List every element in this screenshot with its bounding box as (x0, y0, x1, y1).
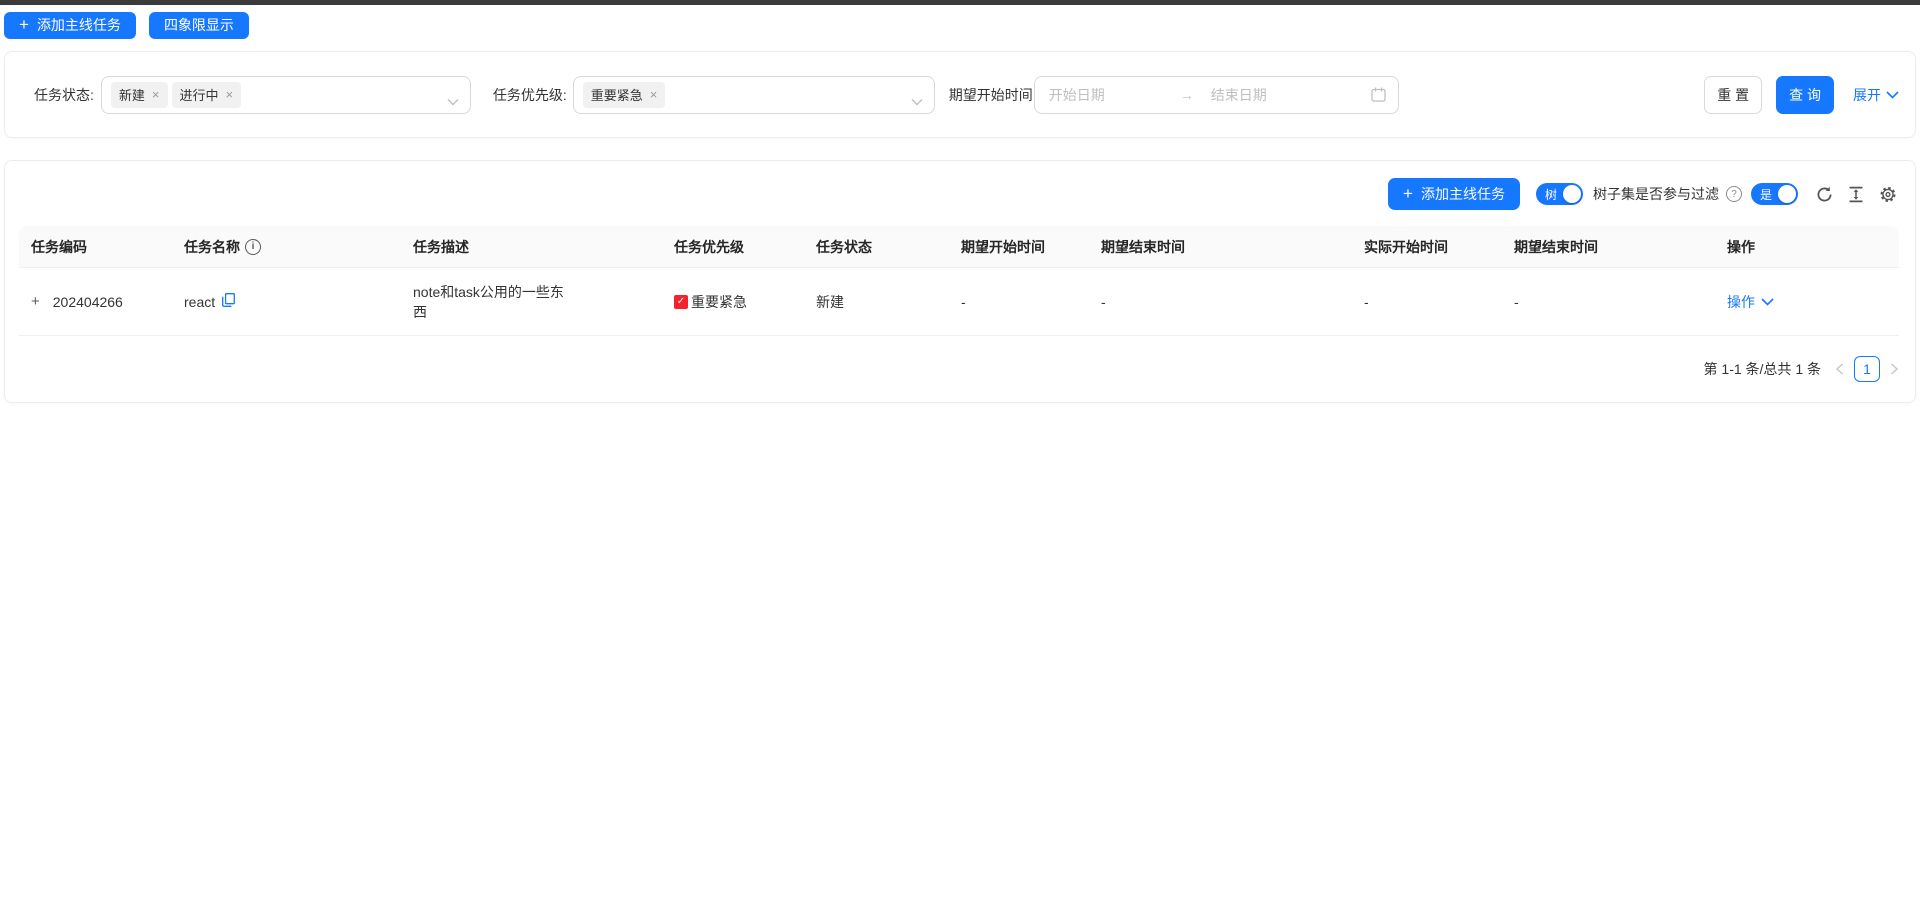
table-header-row: 任务编码 任务名称 i 任务描述 任务优先级 任务状态 期望开始时间 期望结束时… (19, 226, 1899, 268)
header-expected-start: 期望开始时间 (949, 226, 1089, 268)
cell-actual-start: - (1352, 268, 1502, 336)
row-height-icon[interactable] (1847, 185, 1865, 203)
status-select[interactable]: 新建 × 进行中 × (101, 76, 471, 114)
add-main-task-button-top[interactable]: + 添加主线任务 (4, 12, 136, 39)
status-tag-new: 新建 × (111, 82, 168, 108)
query-button[interactable]: 查 询 (1776, 76, 1834, 114)
info-circle-icon[interactable]: i (245, 239, 261, 255)
header-task-priority: 任务优先级 (662, 226, 804, 268)
priority-check-icon: ✓ (674, 295, 688, 309)
header-task-name: 任务名称 i (172, 226, 401, 268)
task-table-card: + 添加主线任务 树 树子集是否参与过滤 ? 是 (4, 160, 1916, 403)
prev-page-icon[interactable] (1835, 363, 1844, 375)
expand-filters-link[interactable]: 展开 (1853, 85, 1899, 105)
priority-tag-urgent: 重要紧急 × (583, 82, 666, 108)
date-filter-label: 期望开始时间 (949, 85, 1033, 105)
page-number-button[interactable]: 1 (1854, 356, 1880, 382)
cell-task-priority: ✓ 重要紧急 (662, 268, 804, 336)
tree-mode-switch[interactable]: 树 (1536, 183, 1583, 205)
top-action-bar: + 添加主线任务 四象限显示 (0, 5, 1920, 45)
tree-filter-text: 树子集是否参与过滤 (1593, 184, 1719, 204)
cell-task-description: note和task公用的一些东西 (401, 268, 662, 336)
calendar-icon[interactable] (1371, 87, 1386, 102)
next-page-icon[interactable] (1890, 363, 1899, 375)
task-description-value: note和task公用的一些东西 (413, 282, 571, 322)
chevron-down-icon (447, 93, 459, 109)
task-name-value: react (184, 294, 215, 310)
priority-tag-urgent-label: 重要紧急 (591, 85, 643, 104)
end-date-input[interactable] (1209, 86, 1327, 104)
header-actual-start: 实际开始时间 (1352, 226, 1502, 268)
query-label: 查 询 (1789, 87, 1821, 103)
refresh-icon[interactable] (1815, 185, 1833, 203)
expand-row-icon[interactable]: + (31, 294, 40, 309)
cell-task-name: react (172, 268, 401, 336)
yes-switch-label: 是 (1760, 186, 1772, 203)
filter-row: 任务状态: 新建 × 进行中 × 任务优先级: 重要紧急 × 期望开 (5, 52, 1915, 137)
table-row: + 202404266 react note和task公用的一些东西 (19, 268, 1899, 336)
status-tag-inprogress: 进行中 × (172, 82, 242, 108)
chevron-down-icon (1761, 298, 1774, 306)
switch-knob (1778, 185, 1796, 203)
header-expected-end-2: 期望结束时间 (1502, 226, 1715, 268)
status-filter-label: 任务状态: (34, 85, 94, 105)
row-action-label: 操作 (1727, 292, 1755, 312)
cell-expected-end-2: - (1502, 268, 1715, 336)
header-task-name-label: 任务名称 (184, 237, 240, 257)
header-task-status: 任务状态 (804, 226, 949, 268)
tree-filter-switch[interactable]: 是 (1751, 183, 1798, 205)
expected-start-value: - (961, 294, 966, 310)
pagination: 第 1-1 条/总共 1 条 1 (1704, 354, 1899, 384)
add-main-task-label: 添加主线任务 (37, 15, 121, 35)
status-tag-inprogress-label: 进行中 (180, 85, 219, 104)
expected-end-value: - (1101, 294, 1106, 310)
task-priority-value: 重要紧急 (691, 292, 747, 312)
filter-card: 任务状态: 新建 × 进行中 × 任务优先级: 重要紧急 × 期望开 (4, 51, 1916, 138)
table-toolbar: + 添加主线任务 树 树子集是否参与过滤 ? 是 (1388, 178, 1897, 210)
header-task-description: 任务描述 (401, 226, 662, 268)
close-icon[interactable]: × (152, 88, 160, 101)
close-icon[interactable]: × (650, 88, 658, 101)
task-status-value: 新建 (816, 294, 844, 310)
task-code-value: 202404266 (53, 294, 123, 310)
actual-start-value: - (1364, 294, 1369, 310)
start-date-input[interactable] (1047, 86, 1165, 104)
header-task-code: 任务编码 (19, 226, 172, 268)
reset-label: 重 置 (1717, 87, 1749, 103)
priority-filter-label: 任务优先级: (493, 85, 567, 105)
header-expected-end: 期望结束时间 (1089, 226, 1352, 268)
header-actions: 操作 (1715, 226, 1899, 268)
quadrant-display-label: 四象限显示 (164, 15, 234, 35)
tree-switch-label: 树 (1545, 186, 1557, 203)
cell-expected-start: - (949, 268, 1089, 336)
cell-task-status: 新建 (804, 268, 949, 336)
expand-label: 展开 (1853, 85, 1881, 105)
switch-knob (1563, 185, 1581, 203)
cell-task-code: + 202404266 (19, 268, 172, 336)
range-arrow-icon: → (1165, 87, 1209, 103)
plus-icon: + (1403, 185, 1413, 202)
quadrant-display-button[interactable]: 四象限显示 (149, 12, 249, 39)
priority-select[interactable]: 重要紧急 × (573, 76, 935, 114)
cell-actions: 操作 (1715, 268, 1899, 336)
copy-icon[interactable] (222, 293, 235, 307)
chevron-down-icon (911, 93, 923, 109)
chevron-down-icon (1886, 91, 1899, 99)
row-action-dropdown[interactable]: 操作 (1727, 292, 1774, 312)
close-icon[interactable]: × (226, 88, 234, 101)
date-range-picker[interactable]: → (1034, 76, 1399, 114)
settings-gear-icon[interactable] (1879, 185, 1897, 203)
status-tag-new-label: 新建 (119, 85, 145, 104)
add-main-task-button-table[interactable]: + 添加主线任务 (1388, 178, 1520, 210)
pagination-summary: 第 1-1 条/总共 1 条 (1704, 359, 1821, 379)
add-main-task-label: 添加主线任务 (1421, 184, 1505, 204)
task-table: 任务编码 任务名称 i 任务描述 任务优先级 任务状态 期望开始时间 期望结束时… (19, 226, 1899, 336)
reset-button[interactable]: 重 置 (1704, 76, 1762, 114)
question-circle-icon[interactable]: ? (1726, 186, 1742, 202)
plus-icon: + (19, 16, 29, 33)
expected-end-2-value: - (1514, 294, 1519, 310)
cell-expected-end: - (1089, 268, 1352, 336)
